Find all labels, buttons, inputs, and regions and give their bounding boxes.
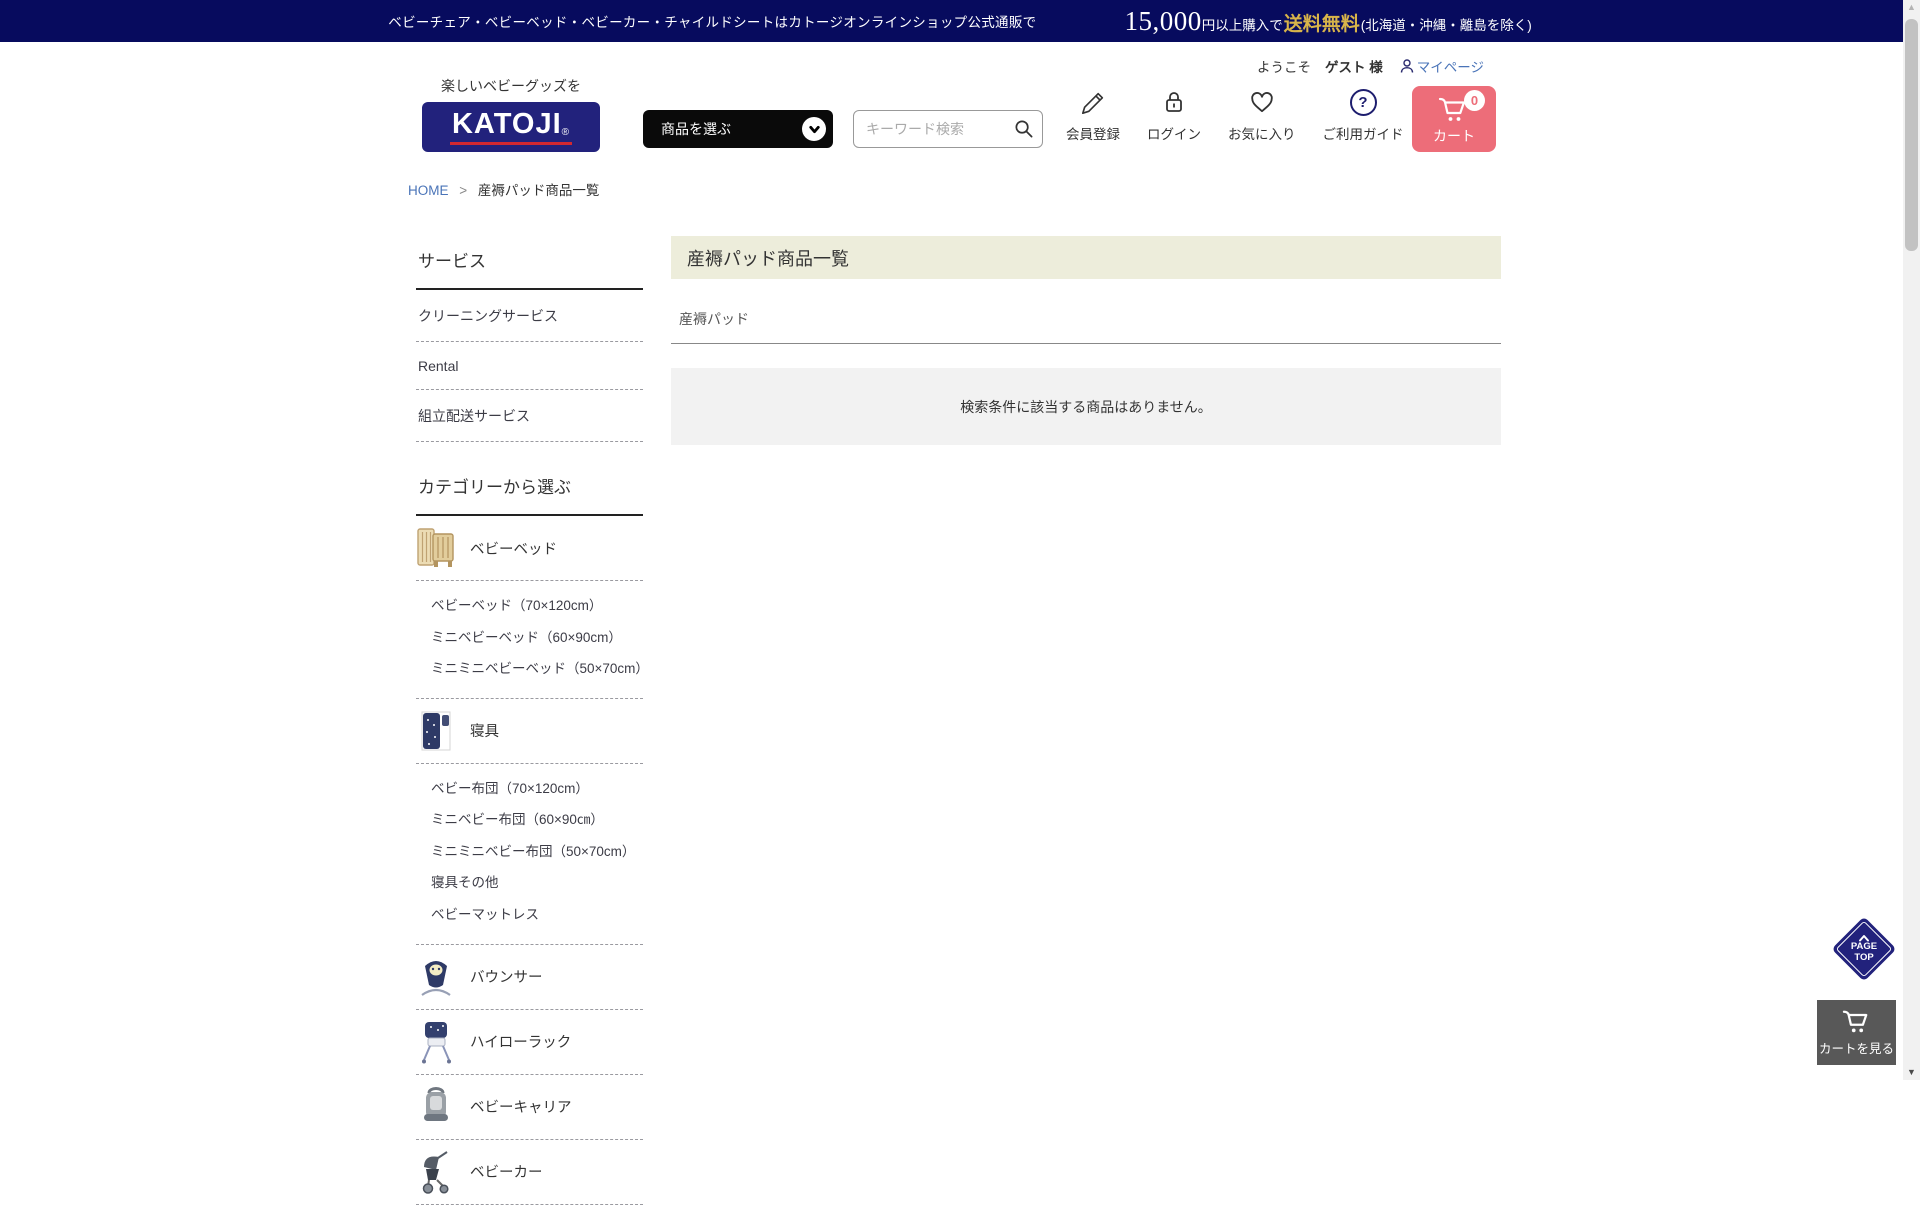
login-button[interactable]: ログイン — [1147, 86, 1201, 143]
view-cart-label: カートを見る — [1819, 1038, 1894, 1057]
page-title: 産褥パッド商品一覧 — [671, 236, 1501, 279]
sidebar-item-cleaning-service[interactable]: クリーニングサービス — [416, 290, 643, 342]
sidebar-item-rental[interactable]: Rental — [416, 342, 643, 390]
search-box — [853, 110, 1043, 148]
lock-icon — [1161, 86, 1187, 118]
sidebar-item-baby-futon-70x120[interactable]: ベビー布団（70×120cm） — [431, 773, 643, 805]
sidebar-item-minimini-baby-futon-50x70[interactable]: ミニミニベビー布団（50×70cm） — [431, 836, 643, 868]
welcome-bar: ようこそ ゲスト 様 マイページ — [1257, 56, 1484, 76]
scrollbar-down-arrow[interactable]: ▼ — [1903, 1067, 1920, 1077]
sidebar-item-mini-babybed-60x90[interactable]: ミニベビーベッド（60×90cm） — [431, 622, 643, 654]
search-icon[interactable] — [1013, 118, 1034, 139]
login-label: ログイン — [1147, 123, 1201, 143]
sidebar-item-assembly-delivery[interactable]: 組立配送サービス — [416, 390, 643, 442]
mypage-link[interactable]: マイページ — [1399, 56, 1484, 76]
pencil-icon — [1080, 86, 1107, 118]
breadcrumb: HOME > 産褥パッド商品一覧 — [408, 179, 599, 199]
logo-text: KATOJI — [452, 108, 562, 140]
cart-button[interactable]: カート 0 — [1412, 86, 1496, 152]
main-content: 産褥パッド商品一覧 産褥パッド 検索条件に該当する商品はありません。 — [671, 236, 1501, 445]
header-nav: 会員登録 ログイン お気に入り ? ご利用ガイド — [1066, 86, 1404, 152]
favorites-label: お気に入り — [1228, 123, 1296, 143]
breadcrumb-current: 産褥パッド商品一覧 — [478, 183, 600, 198]
view-cart-button[interactable]: カートを見る — [1817, 1000, 1896, 1065]
baby-carrier-thumbnail-icon — [416, 1084, 456, 1130]
top-promo-bar: ベビーチェア・ベビーベッド・ベビーカー・チャイルドシートはカトージオンラインショ… — [0, 0, 1920, 42]
guide-button[interactable]: ? ご利用ガイド — [1323, 86, 1404, 143]
mypage-label: マイページ — [1417, 56, 1484, 76]
heart-icon — [1248, 86, 1276, 118]
sidebar-heading-categories: カテゴリーから選ぶ — [416, 469, 643, 516]
cart-icon — [1840, 1008, 1874, 1036]
shipping-threshold-suffix: 円以上購入で — [1202, 14, 1283, 34]
sidebar-category-babybed[interactable]: ベビーベッド — [416, 516, 643, 581]
sidebar-item-baby-mattress[interactable]: ベビーマットレス — [431, 899, 643, 931]
guest-name: ゲスト 様 — [1325, 56, 1383, 76]
page-top-label-2: TOP — [1854, 953, 1873, 964]
sidebar-item-minimini-babybed-50x70[interactable]: ミニミニベビーベッド（50×70cm） — [431, 653, 643, 685]
sidebar-category-baby-carrier[interactable]: ベビーキャリア — [416, 1075, 643, 1140]
subcategory-list-bedding: ベビー布団（70×120cm） ミニベビー布団（60×90㎝） ミニミニベビー布… — [416, 764, 643, 945]
category-label-babybed: ベビーベッド — [470, 538, 557, 559]
category-label-stroller: ベビーカー — [470, 1161, 543, 1182]
register-button[interactable]: 会員登録 — [1066, 86, 1120, 143]
product-select-dropdown[interactable]: 商品を選ぶ — [643, 110, 833, 148]
sidebar-category-bedding[interactable]: 寝具 — [416, 699, 643, 764]
guide-label: ご利用ガイド — [1323, 123, 1404, 143]
category-label-highlow-rack: ハイローラック — [470, 1031, 571, 1052]
crib-thumbnail-icon — [416, 525, 456, 571]
free-shipping-label: 送料無料 — [1284, 9, 1360, 36]
brand-tagline: 楽しいベビーグッズを — [422, 76, 600, 96]
question-icon: ? — [1350, 86, 1377, 118]
section-subtitle: 産褥パッド — [671, 309, 1501, 344]
shipping-threshold: 15,000 — [1124, 6, 1201, 37]
cart-label: カート — [1433, 126, 1475, 146]
empty-results-message: 検索条件に該当する商品はありません。 — [671, 368, 1501, 445]
stroller-thumbnail-icon — [416, 1149, 456, 1195]
registered-mark: ® — [562, 127, 570, 138]
register-label: 会員登録 — [1066, 123, 1120, 143]
sidebar-heading-services: サービス — [416, 243, 643, 290]
cart-count-badge: 0 — [1464, 90, 1485, 111]
shipping-promo: 15,000 円以上購入で 送料無料 (北海道・沖縄・離島を除く) — [1124, 6, 1531, 37]
scrollbar-thumb[interactable] — [1905, 19, 1918, 251]
sidebar-item-mini-baby-futon-60x90[interactable]: ミニベビー布団（60×90㎝） — [431, 804, 643, 836]
bouncer-thumbnail-icon — [416, 954, 456, 1000]
free-shipping-note: (北海道・沖縄・離島を除く) — [1361, 14, 1532, 34]
category-label-baby-carrier: ベビーキャリア — [470, 1096, 572, 1117]
scrollbar-up-arrow[interactable]: ▲ — [1903, 2, 1920, 12]
favorites-button[interactable]: お気に入り — [1228, 86, 1296, 143]
bedding-thumbnail-icon — [416, 708, 456, 754]
chevron-down-icon — [802, 117, 826, 141]
sidebar-category-highlow-rack[interactable]: ハイローラック — [416, 1010, 643, 1075]
sidebar-item-babybed-70x120[interactable]: ベビーベッド（70×120cm） — [431, 590, 643, 622]
promo-text: ベビーチェア・ベビーベッド・ベビーカー・チャイルドシートはカトージオンラインショ… — [388, 11, 1036, 31]
page-top-button[interactable]: PAGE TOP — [1836, 918, 1892, 980]
sidebar-category-stroller[interactable]: ベビーカー — [416, 1140, 643, 1205]
breadcrumb-separator: > — [459, 183, 467, 198]
person-icon — [1399, 58, 1415, 74]
welcome-text: ようこそ — [1257, 56, 1311, 76]
category-label-bouncer: バウンサー — [470, 966, 543, 987]
scrollbar: ▲ ▼ — [1903, 0, 1920, 1080]
highlow-rack-thumbnail-icon — [416, 1019, 456, 1065]
category-label-bedding: 寝具 — [470, 720, 499, 741]
subcategory-list-babybed: ベビーベッド（70×120cm） ミニベビーベッド（60×90cm） ミニミニベ… — [416, 581, 643, 699]
product-select-label: 商品を選ぶ — [661, 119, 731, 139]
sidebar: サービス クリーニングサービス Rental 組立配送サービス カテゴリーから選… — [416, 243, 643, 1205]
sidebar-item-bedding-other[interactable]: 寝具その他 — [431, 867, 643, 899]
breadcrumb-home-link[interactable]: HOME — [408, 183, 449, 198]
katoji-logo[interactable]: KATOJI® — [422, 102, 600, 152]
sidebar-category-bouncer[interactable]: バウンサー — [416, 945, 643, 1010]
